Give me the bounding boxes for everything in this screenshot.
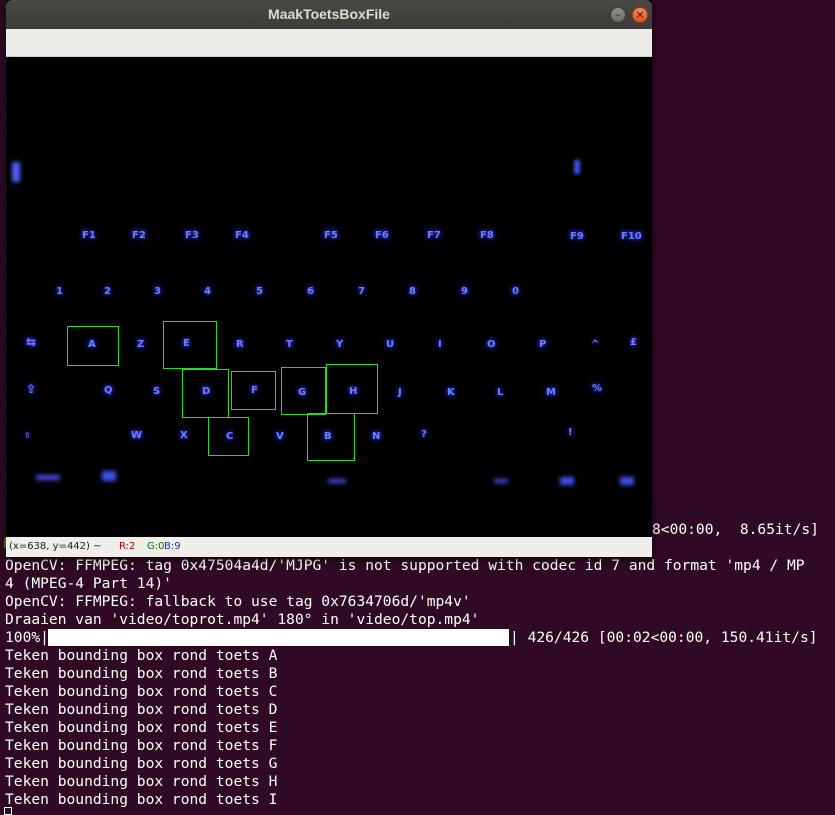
window-statusbar: (x=638, y=442) ~ R:2 G:0 B:9	[6, 537, 652, 557]
progress-percent: 100%|	[5, 629, 49, 646]
key-p: P	[539, 339, 547, 350]
key-3: 3	[154, 286, 161, 297]
bbox-key-d	[182, 369, 229, 418]
key-f2: F2	[132, 230, 146, 241]
progress-stats: | 426/426 [00:02<00:00, 150.41it/s]	[510, 629, 818, 646]
key-caret-glow: ^	[591, 339, 600, 350]
key-0: 0	[512, 286, 519, 297]
output-line: Teken bounding box rond toets H	[5, 773, 278, 790]
terminal-line: OpenCV: FFMPEG: tag 0x47504a4d/'MJPG' is…	[5, 557, 805, 574]
key-exclaim-glow: !	[568, 427, 573, 438]
terminal-line: Draaien van 'video/toprot.mp4' 180° in '…	[5, 611, 480, 628]
key-space-glow	[328, 479, 346, 483]
bbox-key-c	[208, 417, 249, 456]
minimize-icon: –	[615, 8, 621, 21]
output-line: Teken bounding box rond toets G	[5, 755, 278, 772]
output-line: Teken bounding box rond toets A	[5, 647, 278, 664]
key-win-glow	[102, 471, 116, 481]
key-7: 7	[358, 286, 365, 297]
key-tab-glow: ⇆	[26, 335, 37, 349]
edge-glow	[574, 160, 580, 174]
minimize-button[interactable]: –	[610, 7, 626, 23]
key-q: Q	[104, 385, 113, 396]
key-k: K	[447, 387, 455, 398]
key-ctrl-glow	[36, 475, 60, 480]
video-window[interactable]: MaakToetsBoxFile – × F1 F2 F3 F4 F5 F6 F…	[6, 0, 652, 557]
key-n: N	[372, 431, 381, 442]
key-m: M	[546, 387, 556, 398]
key-x: X	[180, 430, 188, 441]
key-f4: F4	[235, 230, 249, 241]
output-line: Teken bounding box rond toets B	[5, 665, 278, 682]
key-f9: F9	[570, 231, 584, 242]
close-button[interactable]: ×	[632, 7, 648, 23]
key-question-glow: ?	[421, 429, 427, 440]
partial-progress-text: 8<00:00, 8.65it/s]	[652, 521, 819, 538]
terminal-line: 4 (MPEG-4 Part 14)'	[5, 575, 172, 592]
key-j: J	[398, 387, 402, 398]
key-o: O	[487, 339, 496, 350]
key-r: R	[236, 339, 244, 350]
progress-bar	[48, 629, 509, 646]
key-1: 1	[56, 286, 63, 297]
key-4: 4	[204, 286, 211, 297]
key-alt-glow	[494, 479, 508, 483]
bbox-key-g	[281, 367, 326, 415]
key-8: 8	[409, 286, 416, 297]
output-line: Teken bounding box rond toets C	[5, 683, 278, 700]
bbox-key-h	[326, 364, 378, 414]
key-v: V	[276, 431, 284, 442]
key-ctrl-right-glow	[620, 477, 634, 485]
key-f8: F8	[480, 230, 494, 241]
key-z: Z	[137, 339, 145, 350]
status-blue-value: B:9	[164, 541, 181, 552]
terminal-cursor	[4, 807, 12, 815]
edge-glow	[12, 162, 20, 182]
key-5: 5	[256, 286, 263, 297]
key-y: Y	[336, 339, 344, 350]
key-f3: F3	[185, 230, 199, 241]
bbox-key-a	[67, 326, 119, 366]
key-f7: F7	[427, 230, 441, 241]
window-title: MaakToetsBoxFile	[268, 6, 390, 22]
key-u: U	[386, 339, 395, 350]
key-dollar-glow: £	[630, 337, 637, 348]
key-9: 9	[461, 286, 468, 297]
key-i: I	[438, 339, 442, 350]
bbox-key-f	[231, 371, 276, 410]
key-menu-glow	[560, 477, 574, 485]
output-line: Teken bounding box rond toets D	[5, 701, 278, 718]
close-icon: ×	[635, 8, 645, 21]
key-l: L	[497, 387, 504, 398]
video-frame[interactable]: F1 F2 F3 F4 F5 F6 F7 F8 F9 F10 1 2 3 4 5…	[6, 57, 652, 537]
key-caps-glow: ⇪	[26, 382, 37, 396]
key-f1: F1	[82, 230, 96, 241]
output-line: Teken bounding box rond toets I	[5, 791, 278, 808]
key-s: S	[153, 386, 161, 397]
status-red-value: R:2	[119, 541, 136, 552]
bbox-key-e	[163, 321, 217, 369]
key-percent-glow: %	[592, 383, 603, 394]
key-2: 2	[104, 286, 111, 297]
output-line: Teken bounding box rond toets E	[5, 719, 278, 736]
key-w: W	[131, 430, 143, 441]
key-f10: F10	[621, 231, 642, 242]
window-titlebar[interactable]: MaakToetsBoxFile – ×	[6, 0, 652, 29]
key-shift-glow: ⇧	[24, 431, 31, 440]
key-t: T	[286, 339, 293, 350]
terminal-line: OpenCV: FFMPEG: fallback to use tag 0x76…	[5, 593, 471, 610]
key-f6: F6	[375, 230, 389, 241]
output-line: Teken bounding box rond toets F	[5, 737, 278, 754]
status-green-value: G:0	[147, 541, 165, 552]
window-toolbar	[6, 29, 652, 57]
bbox-key-b	[307, 413, 355, 461]
status-coordinates: (x=638, y=442) ~	[9, 541, 102, 552]
key-f5: F5	[324, 230, 338, 241]
key-6: 6	[307, 286, 314, 297]
